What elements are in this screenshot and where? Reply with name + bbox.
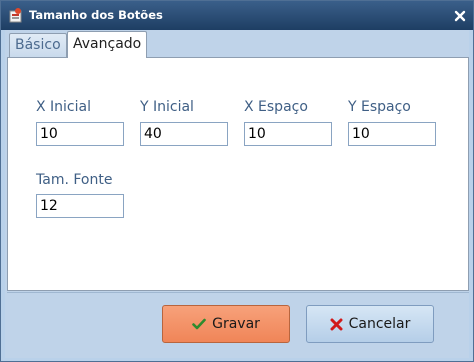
y-inicial-input[interactable]	[140, 122, 228, 146]
checkmark-icon	[192, 318, 206, 330]
footer-divider	[7, 292, 469, 293]
tab-basico[interactable]: Básico	[9, 33, 67, 57]
tam-fonte-label: Tam. Fonte	[36, 172, 113, 188]
gravar-label: Gravar	[212, 316, 260, 332]
x-inicial-input[interactable]	[36, 122, 124, 146]
app-icon	[9, 7, 23, 23]
dialog-window: Tamanho dos Botões Básico Avançado X Ini…	[0, 0, 474, 362]
y-espaco-input[interactable]	[348, 122, 436, 146]
close-icon[interactable]	[453, 8, 467, 22]
cancelar-label: Cancelar	[348, 316, 411, 332]
tam-fonte-input[interactable]	[36, 194, 124, 218]
x-icon	[330, 318, 343, 331]
gravar-button[interactable]: Gravar	[162, 305, 290, 343]
x-inicial-label: X Inicial	[36, 99, 91, 115]
x-espaco-label: X Espaço	[244, 99, 308, 115]
y-inicial-label: Y Inicial	[140, 99, 194, 115]
tab-avancado[interactable]: Avançado	[67, 31, 147, 58]
window-title: Tamanho dos Botões	[29, 8, 163, 22]
title-bar[interactable]: Tamanho dos Botões	[1, 1, 473, 30]
cancelar-button[interactable]: Cancelar	[306, 305, 434, 343]
x-espaco-input[interactable]	[244, 122, 332, 146]
y-espaco-label: Y Espaço	[348, 99, 411, 115]
